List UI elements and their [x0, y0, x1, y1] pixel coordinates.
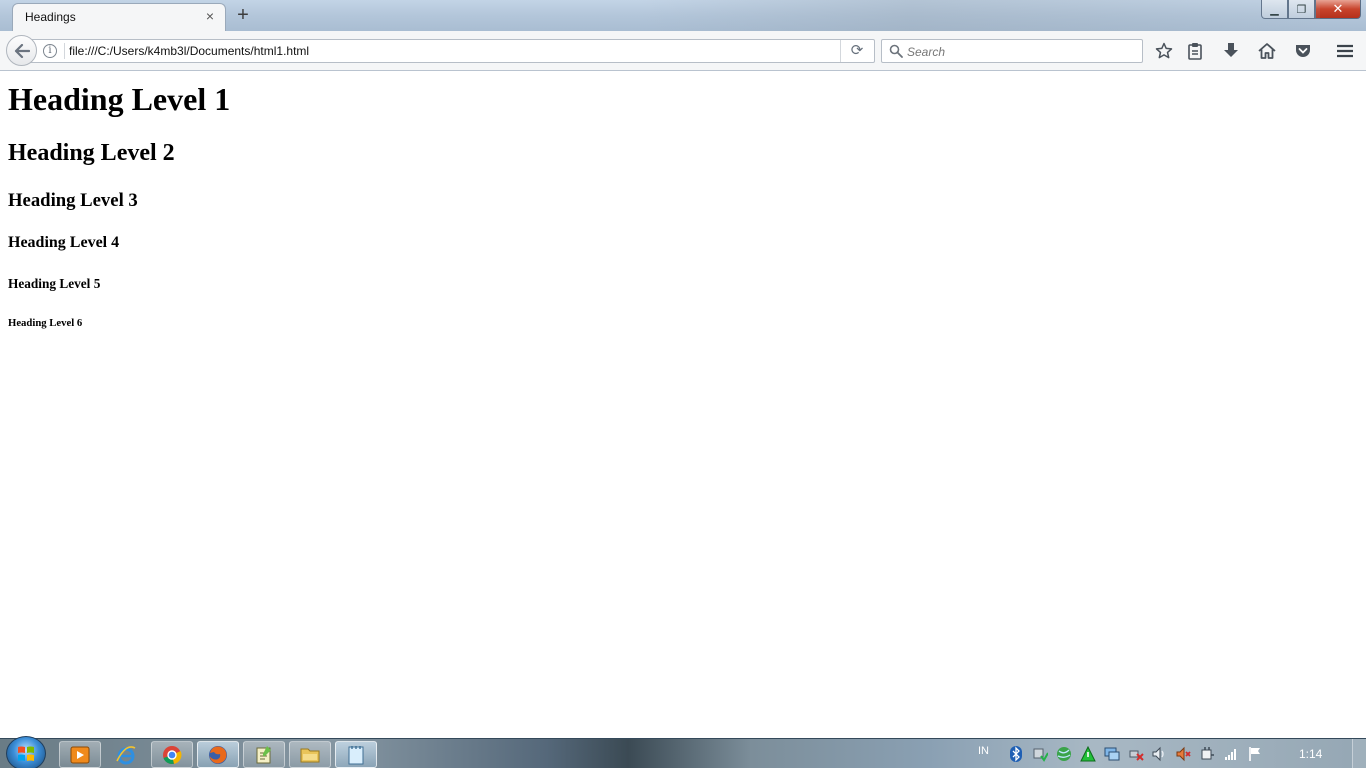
monitor-icon [1104, 747, 1120, 761]
hamburger-menu-icon [1337, 44, 1353, 58]
taskbar-internet-explorer[interactable] [105, 741, 147, 768]
heading-level-4: Heading Level 4 [8, 234, 120, 251]
clipboard-icon [1188, 43, 1202, 60]
restore-button[interactable]: ❐ [1288, 0, 1315, 19]
power-plug-icon [1201, 747, 1214, 760]
minimize-button[interactable]: ▁ [1261, 0, 1288, 19]
menu-button[interactable] [1331, 39, 1359, 63]
new-tab-button[interactable]: + [233, 5, 253, 26]
restore-icon: ❐ [1296, 3, 1307, 16]
speaker-icon [1152, 746, 1164, 762]
tray-signal[interactable] [1223, 746, 1239, 762]
search-icon [889, 44, 903, 58]
signal-bars-icon [1225, 749, 1236, 760]
tray-monitor[interactable] [1104, 746, 1120, 762]
heading-level-5: Heading Level 5 [8, 276, 101, 291]
internet-explorer-icon [116, 745, 136, 764]
url-separator [64, 43, 65, 59]
search-bar[interactable] [881, 39, 1143, 63]
tray-antivirus[interactable] [1080, 746, 1096, 762]
window-controls: ▁ ❐ ✕ [1261, 0, 1361, 20]
tray-bluetooth[interactable] [1008, 746, 1024, 762]
folder-icon [300, 748, 320, 762]
language-indicator[interactable]: IN [978, 745, 989, 757]
download-icon [1224, 43, 1238, 57]
taskbar-firefox[interactable] [197, 741, 239, 768]
firefox-icon [209, 745, 227, 764]
taskbar-notepad-window[interactable] [335, 741, 377, 768]
taskbar-notepad-plus[interactable] [243, 741, 285, 768]
url-text[interactable]: file:///C:/Users/k4mb3l/Documents/html1.… [69, 44, 309, 58]
tray-network-error[interactable] [1128, 746, 1144, 762]
browser-tab[interactable]: Headings × [12, 3, 226, 31]
usb-device-icon [1033, 748, 1048, 762]
back-button[interactable] [6, 35, 37, 66]
windows-taskbar: IN 1:14 [0, 736, 1366, 768]
globe-icon [1057, 747, 1071, 761]
system-clock[interactable]: 1:14 [1299, 747, 1322, 761]
tab-title: Headings [25, 10, 76, 24]
flag-icon [1249, 747, 1260, 761]
downloads-button[interactable] [1217, 39, 1245, 63]
page-content: Heading Level 1 Heading Level 2 Heading … [0, 71, 1366, 738]
pocket-icon [1296, 45, 1310, 57]
muted-speaker-icon [1176, 746, 1191, 762]
tray-network-globe[interactable] [1056, 746, 1072, 762]
minimize-icon: ▁ [1270, 3, 1279, 16]
home-button[interactable] [1253, 39, 1281, 63]
reload-icon[interactable]: ⟳ [848, 41, 866, 61]
tray-volume[interactable] [1151, 746, 1167, 762]
navigation-toolbar: i file:///C:/Users/k4mb3l/Documents/html… [0, 31, 1366, 71]
heading-level-2: Heading Level 2 [8, 140, 175, 166]
search-input[interactable] [907, 43, 1137, 60]
bookmark-star-button[interactable] [1150, 39, 1178, 63]
pocket-button[interactable] [1289, 39, 1317, 63]
back-arrow-icon [14, 43, 30, 58]
notepad-icon [256, 745, 271, 763]
taskbar-media-player[interactable] [59, 741, 101, 768]
close-icon: ✕ [1332, 1, 1344, 16]
tab-close-icon[interactable]: × [203, 9, 217, 23]
show-desktop-button[interactable] [1352, 739, 1366, 768]
browser-titlebar: Headings × + ▁ ❐ ✕ [0, 0, 1366, 31]
address-bar[interactable]: i file:///C:/Users/k4mb3l/Documents/html… [30, 39, 875, 63]
network-disconnected-icon [1129, 750, 1144, 761]
heading-level-6: Heading Level 6 [8, 317, 83, 329]
start-button[interactable] [6, 736, 46, 768]
green-triangle-icon [1080, 746, 1096, 762]
info-icon[interactable]: i [43, 44, 57, 58]
heading-level-3: Heading Level 3 [8, 190, 138, 211]
tray-volume-muted[interactable] [1175, 746, 1191, 762]
tray-power[interactable] [1199, 746, 1215, 762]
home-icon [1258, 43, 1276, 59]
windows-logo-icon [18, 746, 34, 761]
chrome-icon [163, 745, 182, 764]
tray-action-center[interactable] [1247, 746, 1263, 762]
taskbar-file-explorer[interactable] [289, 741, 331, 768]
notepad-window-icon [348, 745, 364, 764]
star-icon [1155, 42, 1173, 59]
reload-separator [840, 40, 841, 62]
media-player-icon [70, 746, 90, 763]
bookmarks-menu-button[interactable] [1181, 39, 1209, 63]
close-window-button[interactable]: ✕ [1315, 0, 1361, 19]
tray-safely-remove[interactable] [1032, 746, 1048, 762]
taskbar-chrome[interactable] [151, 741, 193, 768]
bluetooth-icon [1010, 746, 1022, 762]
heading-level-1: Heading Level 1 [8, 81, 231, 117]
